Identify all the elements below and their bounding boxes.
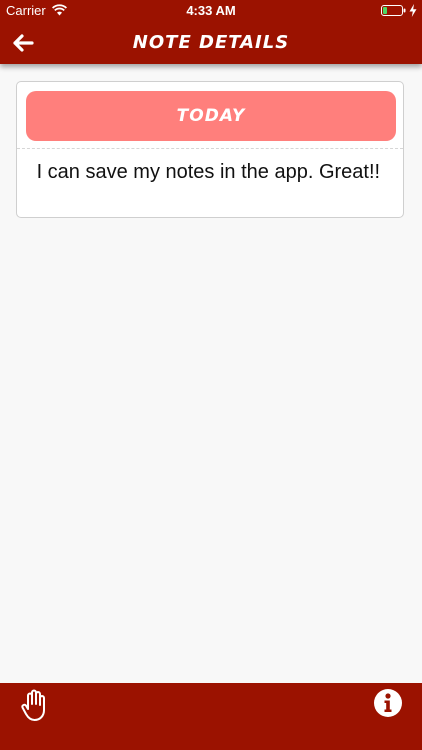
info-icon <box>374 689 402 717</box>
status-bar: Carrier 4:33 AM <box>0 0 422 22</box>
battery-icon <box>381 5 406 16</box>
hand-icon <box>21 689 45 721</box>
navigation-bar: Carrier 4:33 AM NOTE DETAILS <box>0 0 422 64</box>
bottom-toolbar <box>0 683 422 750</box>
card-divider <box>17 148 403 149</box>
note-text: I can save my notes in the app. Great!! <box>31 161 381 183</box>
charging-icon <box>409 4 417 17</box>
back-button[interactable] <box>8 30 38 56</box>
note-date-header: TODAY <box>26 91 396 141</box>
note-card: TODAY I can save my notes in the app. Gr… <box>16 81 404 218</box>
arrow-left-icon <box>13 34 34 52</box>
info-button[interactable] <box>373 688 403 718</box>
hand-button[interactable] <box>20 688 50 722</box>
page-title: NOTE DETAILS <box>132 32 290 53</box>
status-time: 4:33 AM <box>186 3 236 18</box>
